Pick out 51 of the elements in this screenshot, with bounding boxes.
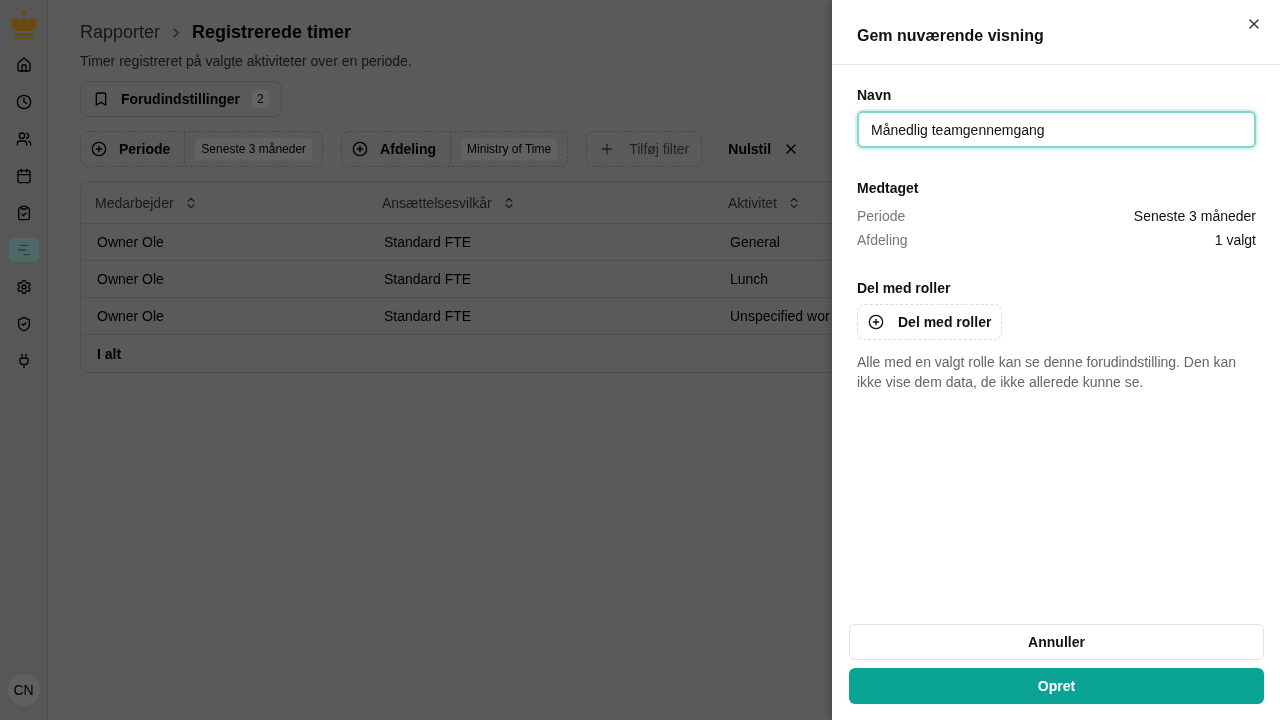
- page-subtitle: Timer registreret på valgte aktiviteter over en periode.: [80, 53, 413, 69]
- table-cell-text: Standard FTE: [383, 308, 473, 324]
- calendar-icon: [15, 168, 32, 184]
- clipboard-check-icon: [15, 205, 32, 221]
- add-filter-button[interactable]: Tilføj filter: [586, 131, 703, 167]
- cancel-button[interactable]: Annuller: [849, 624, 1264, 660]
- table-cell-text: Lunch: [729, 271, 770, 287]
- filter-button[interactable]: Periode: [81, 132, 186, 166]
- included-label: Periode: [857, 208, 906, 224]
- chart-icon: [15, 242, 32, 258]
- circle-plus-icon: [352, 141, 369, 157]
- filter-value: Seneste 3 måneder: [195, 138, 313, 160]
- column-header[interactable]: Aktivitet: [714, 194, 801, 211]
- column-header[interactable]: Ansættelsesvilkår: [368, 194, 516, 211]
- table-cell-text: Owner Ole: [96, 234, 165, 250]
- circle-plus-icon: [91, 141, 107, 157]
- presets-count: 2: [252, 90, 269, 108]
- user-avatar[interactable]: CN: [7, 674, 40, 706]
- drawer-title: Gem nuværende visning: [857, 27, 1044, 45]
- breadcrumb-link[interactable]: Rapporter: [80, 22, 161, 43]
- settings-icon: [15, 279, 32, 295]
- page-title: Registrerede timer: [192, 22, 352, 43]
- house-icon: [15, 57, 32, 73]
- circle-plus-icon: [868, 314, 884, 330]
- reset-button[interactable]: Nulstil: [720, 141, 808, 157]
- create-button[interactable]: Opret: [849, 668, 1264, 704]
- column-header[interactable]: Medarbejder: [81, 194, 198, 211]
- bookmark-icon: [93, 91, 109, 107]
- shield-check-icon: [15, 316, 32, 332]
- filter-value: Ministry of Time: [461, 138, 558, 160]
- presets-button[interactable]: Forudindstillinger 2: [80, 81, 282, 117]
- table-cell-text: General: [729, 234, 781, 250]
- included-value: 1 valgt: [1214, 232, 1256, 248]
- included-label: Afdeling: [857, 232, 908, 248]
- share-note: Alle med en valgt rolle kan se denne forudindstilling. Den kan ikke vise dem data, de ikke allerede kunne se.: [857, 353, 1237, 392]
- included-heading: Medtaget: [857, 180, 920, 196]
- share-roles-button[interactable]: Del med roller: [857, 304, 1003, 340]
- name-input[interactable]: Månedlig teamgennemgang: [857, 111, 1256, 148]
- table-cell-text: Standard FTE: [383, 271, 473, 287]
- total-label: I alt: [96, 345, 123, 362]
- name-label: Navn: [857, 87, 893, 103]
- clock-icon: [15, 94, 32, 110]
- filter-button[interactable]: Afdeling: [342, 132, 452, 166]
- share-heading: Del med roller: [857, 280, 952, 296]
- nav-button[interactable]: [8, 238, 39, 262]
- table-cell-text: Owner Ole: [96, 308, 165, 324]
- users-icon: [15, 131, 32, 147]
- table-cell-text: Standard FTE: [383, 234, 473, 250]
- table-cell-text: Owner Ole: [96, 271, 165, 287]
- included-value: Seneste 3 måneder: [1133, 208, 1256, 224]
- table-cell-text: Unspecified wor: [729, 308, 831, 324]
